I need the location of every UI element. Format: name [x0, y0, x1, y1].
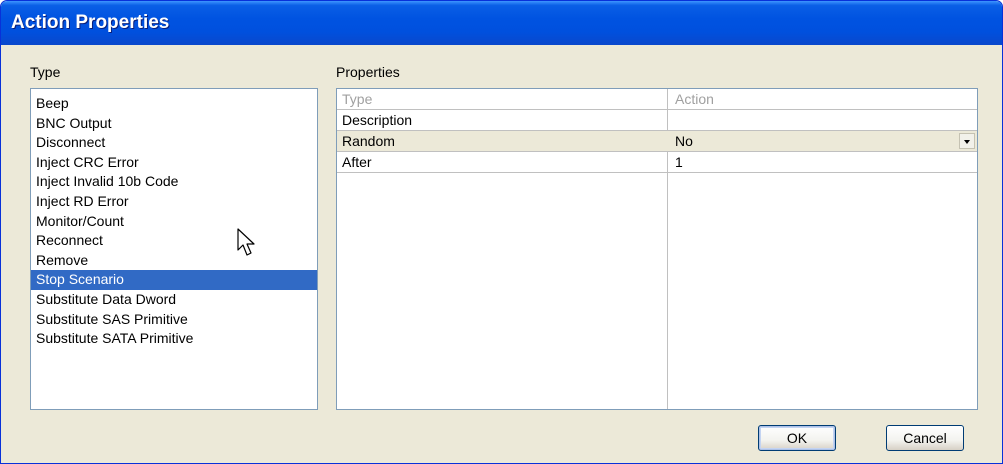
property-row-random[interactable]: Random No [337, 131, 977, 152]
list-item[interactable]: Monitor/Count [31, 212, 317, 232]
list-item[interactable]: Substitute SATA Primitive [31, 329, 317, 349]
properties-grid: Type Action Description Random No After … [336, 88, 978, 410]
cancel-button[interactable]: Cancel [886, 425, 964, 451]
window-title: Action Properties [11, 12, 170, 33]
arrow-cursor-icon [237, 228, 255, 256]
list-item[interactable]: Substitute SAS Primitive [31, 310, 317, 330]
list-item[interactable]: Disconnect [31, 133, 317, 153]
list-item[interactable]: Beep [31, 94, 317, 114]
chevron-down-icon[interactable] [959, 133, 975, 149]
list-item[interactable]: Inject CRC Error [31, 153, 317, 173]
list-item[interactable]: BNC Output [31, 114, 317, 134]
random-select[interactable]: No [675, 131, 693, 152]
list-item[interactable]: Inject Invalid 10b Code [31, 172, 317, 192]
list-item[interactable]: Remove [31, 251, 317, 271]
property-name: After [342, 154, 372, 170]
property-name: Description [342, 112, 413, 128]
type-group-label: Type [30, 64, 61, 80]
list-item[interactable]: Inject RD Error [31, 192, 317, 212]
property-name: Type [342, 91, 373, 107]
property-row-after[interactable]: After 1 [337, 152, 977, 173]
property-row-type: Type Action [337, 89, 977, 110]
action-properties-dialog: Action Properties Type Properties Beep B… [0, 0, 1003, 464]
property-row-description[interactable]: Description [337, 110, 977, 131]
list-item[interactable]: Substitute Data Dword [31, 290, 317, 310]
after-value-field[interactable]: 1 [675, 152, 683, 173]
title-bar[interactable]: Action Properties [1, 1, 1002, 45]
type-listbox[interactable]: Beep BNC Output Disconnect Inject CRC Er… [30, 88, 318, 410]
list-item[interactable]: Reconnect [31, 231, 317, 251]
dialog-body: Type Properties Beep BNC Output Disconne… [5, 45, 998, 461]
properties-group-label: Properties [336, 64, 400, 80]
property-value: Action [675, 91, 714, 107]
list-item-selected[interactable]: Stop Scenario [31, 270, 317, 290]
property-name: Random [342, 133, 395, 149]
ok-button[interactable]: OK [758, 425, 836, 451]
